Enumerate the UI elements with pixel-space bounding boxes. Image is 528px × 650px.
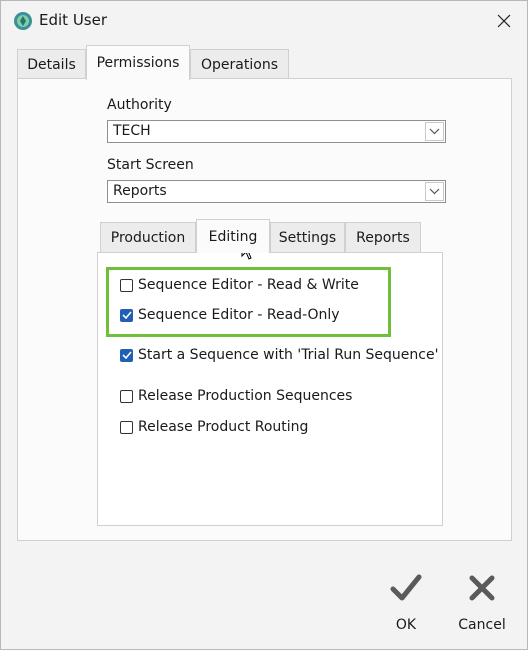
- perm-label: Release Product Routing: [138, 419, 309, 435]
- start-screen-dropdown-button[interactable]: [425, 182, 444, 201]
- tab-settings[interactable]: Settings: [270, 222, 345, 252]
- chevron-down-icon: [429, 188, 440, 195]
- cancel-label: Cancel: [458, 617, 506, 633]
- perm-label: Sequence Editor - Read-Only: [138, 307, 340, 323]
- tab-editing[interactable]: Editing: [196, 219, 270, 253]
- checkmark-icon: [121, 351, 132, 359]
- tab-permissions-label: Permissions: [96, 55, 180, 71]
- cancel-button[interactable]: Cancel: [452, 571, 512, 641]
- perm-label: Start a Sequence with 'Trial Run Sequenc…: [138, 347, 439, 363]
- checkmark-icon: [121, 311, 132, 319]
- checkbox[interactable]: [120, 278, 133, 292]
- edit-user-dialog: Edit User Details Permissions Operations…: [0, 0, 528, 650]
- perm-sequence-editor-read-only[interactable]: Sequence Editor - Read-Only: [120, 307, 340, 323]
- checkbox[interactable]: [120, 420, 133, 434]
- tab-operations-label: Operations: [201, 56, 278, 73]
- title-bar: Edit User: [1, 1, 527, 41]
- check-icon: [376, 571, 436, 615]
- tab-production[interactable]: Production: [100, 222, 196, 252]
- tab-operations[interactable]: Operations: [190, 49, 289, 79]
- app-icon: [14, 12, 32, 30]
- tab-reports[interactable]: Reports: [345, 222, 421, 252]
- close-icon: [497, 14, 511, 28]
- chevron-down-icon: [429, 128, 440, 135]
- tab-editing-label: Editing: [208, 228, 258, 245]
- perm-sequence-editor-read-write[interactable]: Sequence Editor - Read & Write: [120, 277, 359, 293]
- authority-value: TECH: [113, 123, 151, 139]
- authority-select[interactable]: TECH: [107, 120, 446, 143]
- close-button[interactable]: [481, 1, 527, 41]
- start-screen-value: Reports: [113, 183, 167, 199]
- checkbox[interactable]: [120, 308, 133, 322]
- perm-label: Sequence Editor - Read & Write: [138, 277, 359, 293]
- perm-start-sequence-trial-run[interactable]: Start a Sequence with 'Trial Run Sequenc…: [120, 347, 438, 363]
- ok-label: OK: [395, 617, 417, 633]
- tab-reports-label: Reports: [356, 229, 410, 246]
- perm-release-product-routing[interactable]: Release Product Routing: [120, 419, 308, 435]
- x-icon: [452, 571, 512, 615]
- checkbox[interactable]: [120, 348, 133, 362]
- authority-dropdown-button[interactable]: [425, 122, 444, 141]
- tab-details-label: Details: [27, 56, 76, 73]
- checkbox[interactable]: [120, 389, 133, 403]
- tab-permissions[interactable]: Permissions: [86, 45, 190, 80]
- start-screen-select[interactable]: Reports: [107, 180, 446, 203]
- perm-release-production-sequences[interactable]: Release Production Sequences: [120, 388, 352, 404]
- window-title: Edit User: [39, 11, 108, 29]
- tab-details[interactable]: Details: [17, 49, 86, 79]
- perm-label: Release Production Sequences: [138, 388, 353, 404]
- ok-button[interactable]: OK: [376, 571, 436, 641]
- tab-production-label: Production: [110, 229, 186, 246]
- start-screen-label: Start Screen: [107, 157, 194, 173]
- authority-label: Authority: [107, 97, 172, 113]
- tab-settings-label: Settings: [278, 229, 337, 246]
